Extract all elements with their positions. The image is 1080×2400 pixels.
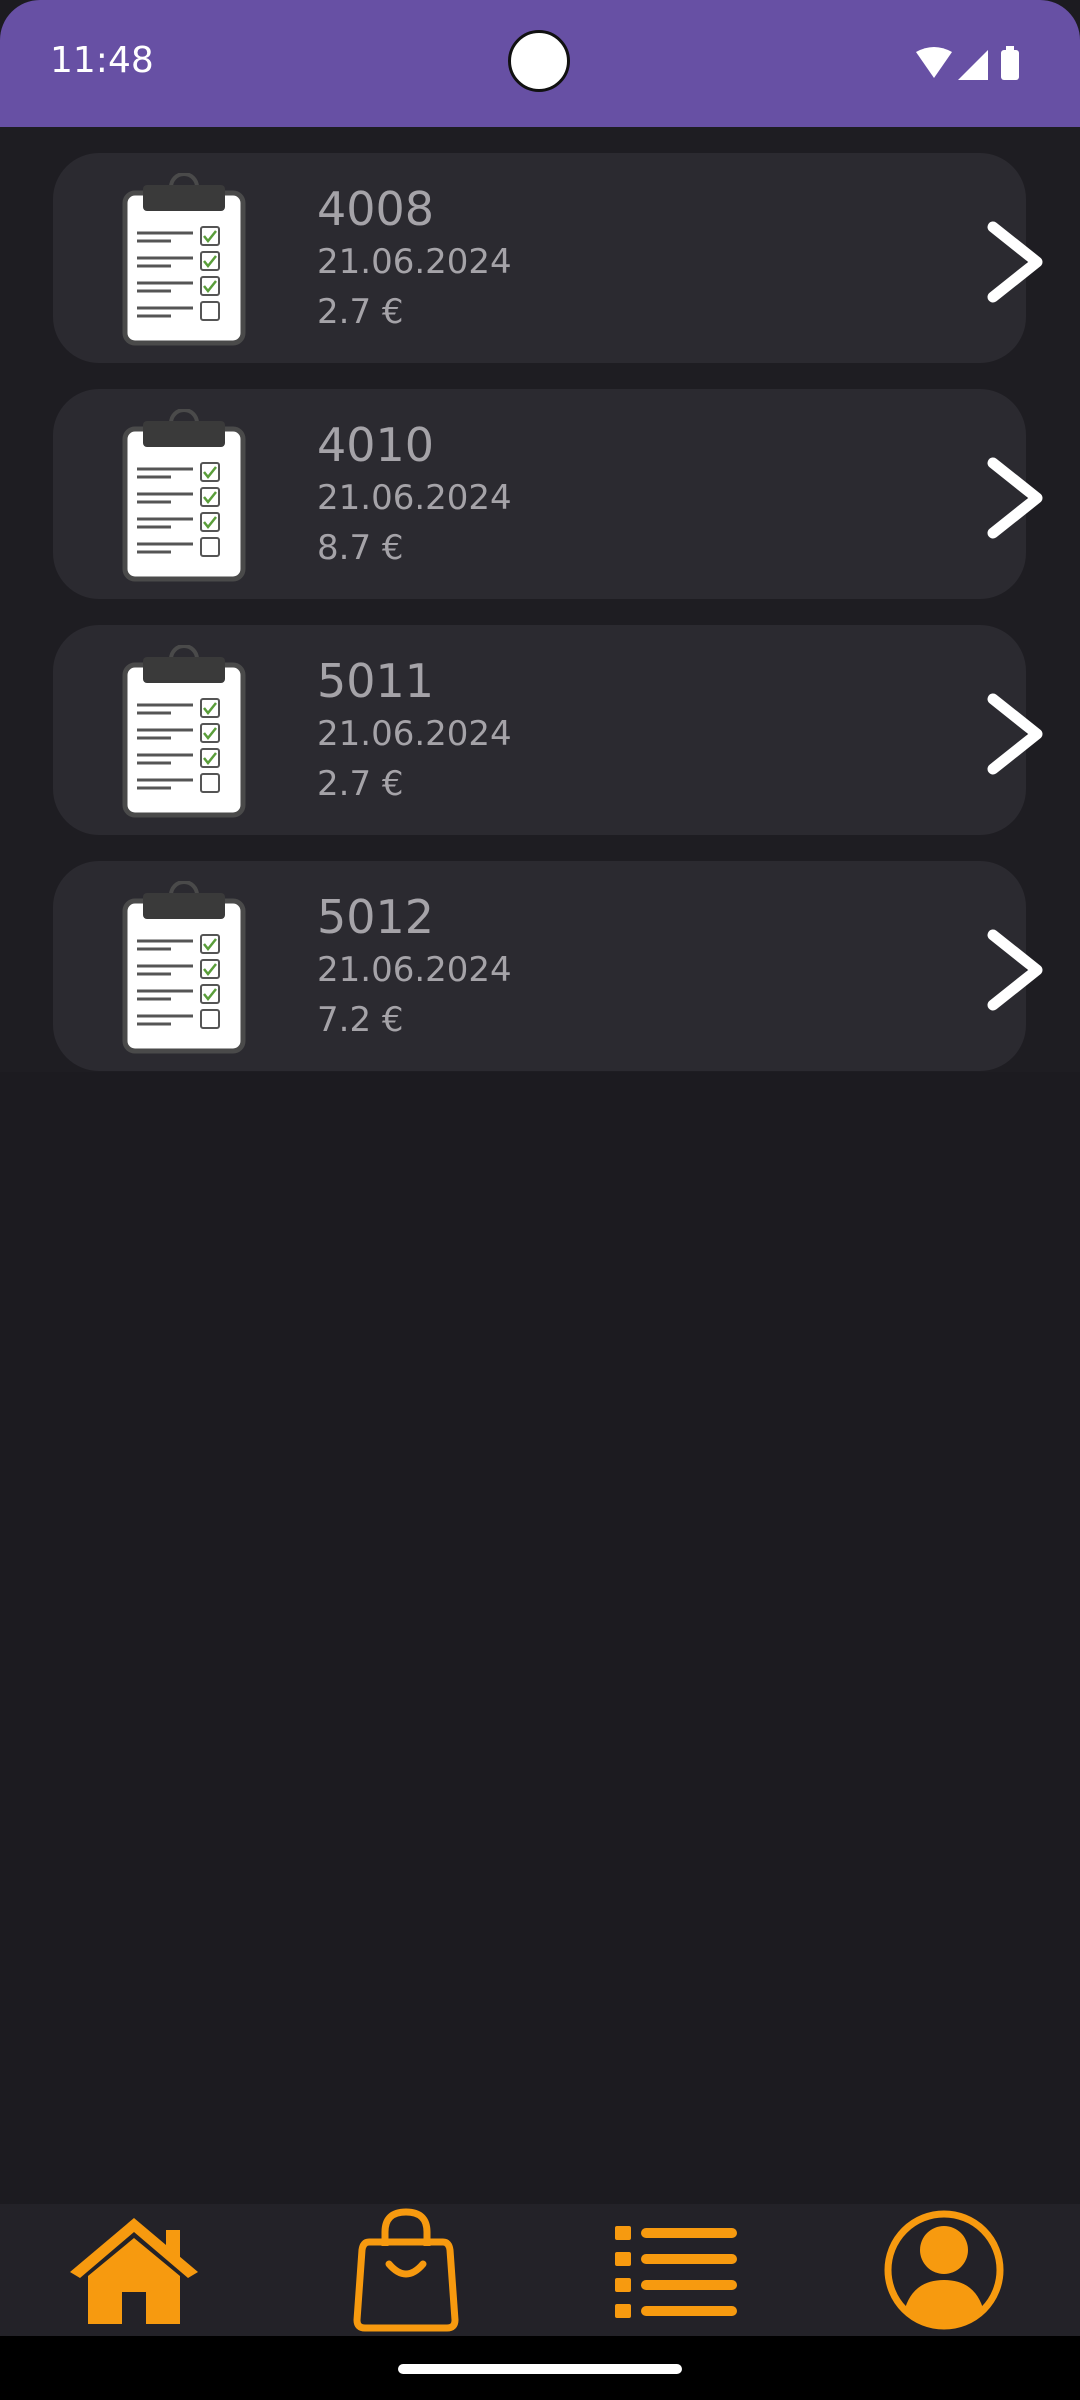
status-icons [914, 46, 1034, 80]
clipboard-icon [122, 173, 246, 346]
battery-icon [1001, 46, 1019, 80]
clipboard-icon [122, 409, 246, 582]
order-date: 21.06.2024 [317, 478, 512, 518]
order-price: 2.7 € [317, 764, 404, 804]
gesture-handle[interactable] [398, 2364, 682, 2374]
bottom-navigation [0, 2204, 1080, 2336]
order-card[interactable]: 4008 21.06.2024 2.7 € [53, 153, 1043, 363]
wifi-icon [916, 47, 952, 78]
order-list: 4008 21.06.2024 2.7 € 4010 21.06.2024 8.… [0, 127, 1080, 1072]
status-bar: 11:48 [0, 0, 1080, 127]
order-date: 21.06.2024 [317, 242, 512, 282]
order-card[interactable]: 4010 21.06.2024 8.7 € [53, 389, 1043, 599]
status-time: 11:48 [50, 40, 154, 81]
clipboard-icon [122, 645, 246, 818]
home-icon [70, 2218, 198, 2324]
order-price: 8.7 € [317, 528, 404, 568]
nav-shop-button[interactable] [326, 2208, 486, 2332]
order-date: 21.06.2024 [317, 950, 512, 990]
shopping-bag-icon [353, 2208, 459, 2332]
order-number: 4008 [317, 182, 435, 236]
order-info: 5011 21.06.2024 2.7 € [317, 653, 512, 809]
nav-home-button[interactable] [54, 2208, 214, 2332]
clipboard-icon [122, 881, 246, 1054]
order-card[interactable]: 5012 21.06.2024 7.2 € [53, 861, 1043, 1071]
order-card[interactable]: 5011 21.06.2024 2.7 € [53, 625, 1043, 835]
order-number: 5012 [317, 890, 435, 944]
nav-profile-button[interactable] [864, 2208, 1024, 2332]
chevron-right-icon[interactable] [981, 925, 1051, 1015]
list-icon [615, 2226, 737, 2318]
camera-cutout [508, 30, 570, 92]
order-info: 5012 21.06.2024 7.2 € [317, 889, 512, 1045]
gesture-area [0, 2336, 1080, 2400]
chevron-right-icon[interactable] [981, 217, 1051, 307]
chevron-right-icon[interactable] [981, 689, 1051, 779]
order-info: 4008 21.06.2024 2.7 € [317, 181, 512, 337]
order-number: 5011 [317, 654, 435, 708]
order-info: 4010 21.06.2024 8.7 € [317, 417, 512, 573]
nav-orders-button[interactable] [596, 2208, 756, 2332]
order-price: 2.7 € [317, 292, 404, 332]
chevron-right-icon[interactable] [981, 453, 1051, 543]
profile-icon [884, 2210, 1004, 2330]
order-number: 4010 [317, 418, 435, 472]
order-price: 7.2 € [317, 1000, 404, 1040]
order-date: 21.06.2024 [317, 714, 512, 754]
signal-icon [958, 50, 988, 80]
